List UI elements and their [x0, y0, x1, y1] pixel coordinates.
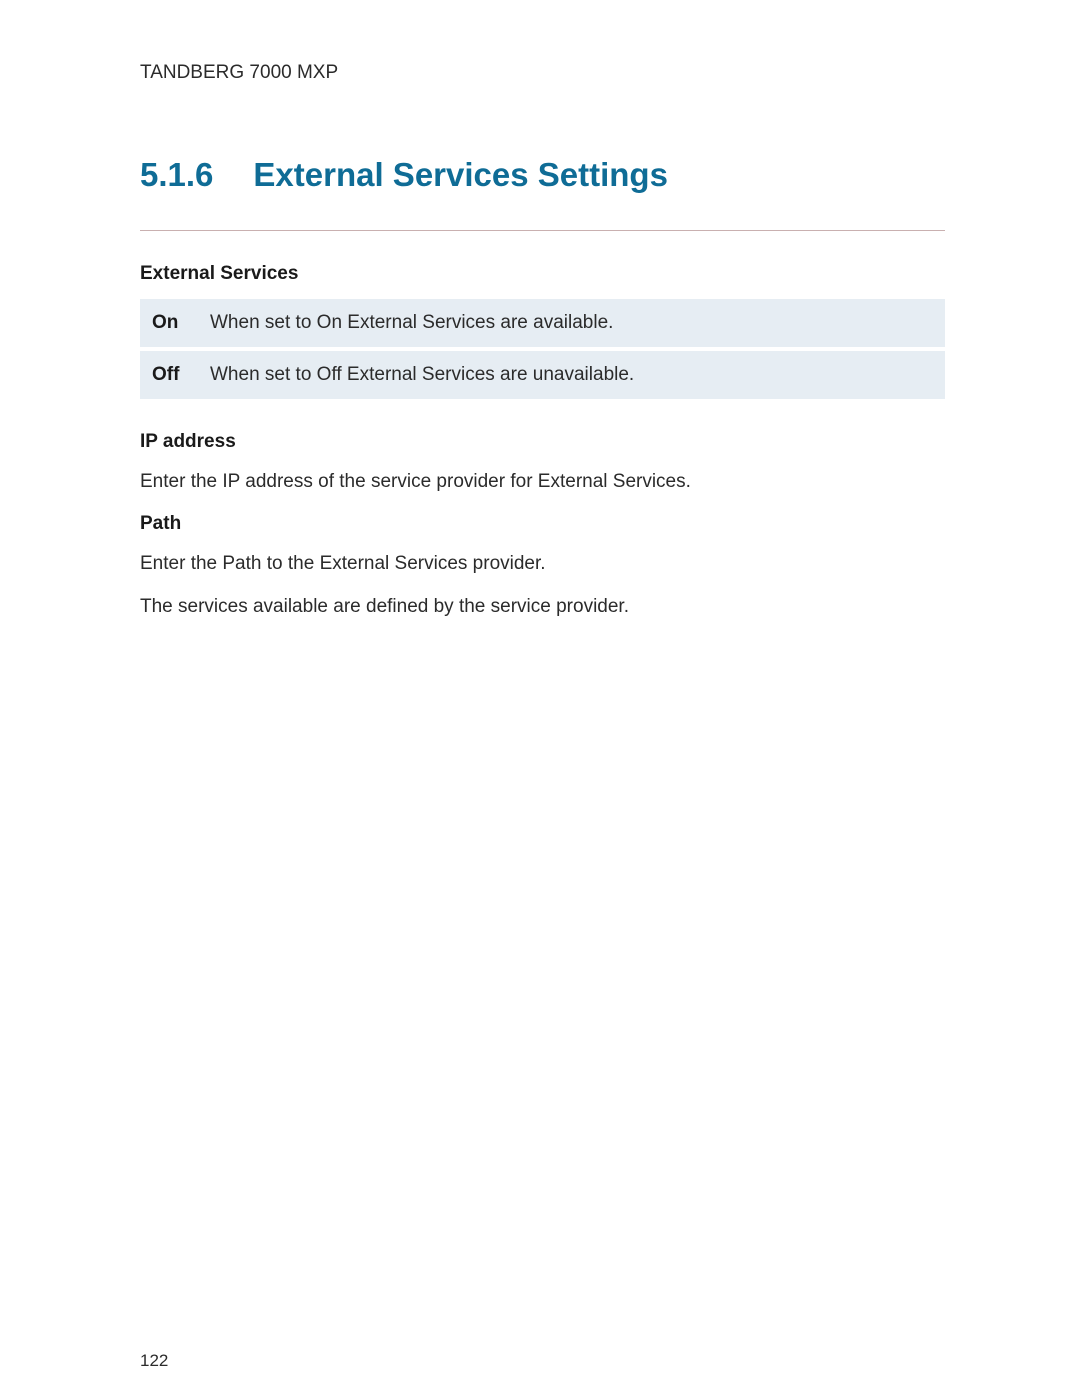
external-services-heading: External Services	[140, 263, 945, 285]
option-description-on: When set to On External Services are ava…	[210, 312, 613, 334]
product-name: TANDBERG 7000 MXP	[140, 62, 945, 84]
section-heading: 5.1.6 External Services Settings	[140, 156, 945, 194]
option-label-on: On	[152, 312, 210, 334]
page-number: 122	[140, 1351, 168, 1371]
table-row: Off When set to Off External Services ar…	[140, 351, 945, 399]
path-text-2: The services available are defined by th…	[140, 594, 945, 620]
divider	[140, 230, 945, 231]
option-label-off: Off	[152, 364, 210, 386]
path-heading: Path	[140, 513, 945, 535]
section-number: 5.1.6	[140, 156, 213, 194]
path-text-1: Enter the Path to the External Services …	[140, 551, 945, 577]
option-description-off: When set to Off External Services are un…	[210, 364, 634, 386]
ip-address-heading: IP address	[140, 431, 945, 453]
section-title: External Services Settings	[253, 156, 668, 193]
ip-address-text: Enter the IP address of the service prov…	[140, 469, 945, 495]
table-row: On When set to On External Services are …	[140, 299, 945, 347]
